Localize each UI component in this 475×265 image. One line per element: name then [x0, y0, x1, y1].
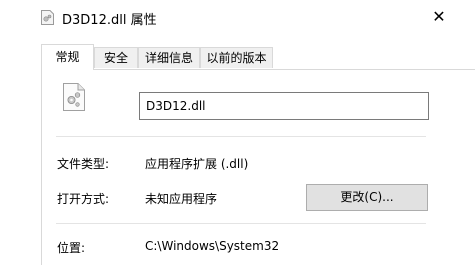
location-value: C:\Windows\System32 — [145, 239, 280, 253]
change-button[interactable]: 更改(C)... — [306, 184, 428, 211]
divider — [56, 223, 426, 224]
close-icon: ✕ — [432, 7, 446, 26]
title-bar: D3D12.dll 属性 ✕ — [0, 0, 475, 34]
tab-general[interactable]: 常规 — [41, 44, 94, 70]
file-type-label: 文件类型: — [57, 157, 110, 171]
file-type-value: 应用程序扩展 (.dll) — [145, 157, 249, 171]
close-button[interactable]: ✕ — [424, 2, 454, 32]
opens-with-value: 未知应用程序 — [145, 192, 218, 206]
divider — [56, 136, 426, 137]
opens-with-label: 打开方式: — [57, 192, 110, 206]
tab-previous-versions[interactable]: 以前的版本 — [200, 47, 273, 68]
dll-file-icon — [41, 10, 54, 25]
tab-details[interactable]: 详细信息 — [138, 47, 200, 68]
tab-security[interactable]: 安全 — [94, 47, 138, 68]
window-title: D3D12.dll 属性 — [62, 13, 157, 28]
location-label: 位置: — [57, 241, 86, 255]
filename-field[interactable]: D3D12.dll — [139, 92, 429, 120]
gear-file-icon — [63, 83, 85, 111]
